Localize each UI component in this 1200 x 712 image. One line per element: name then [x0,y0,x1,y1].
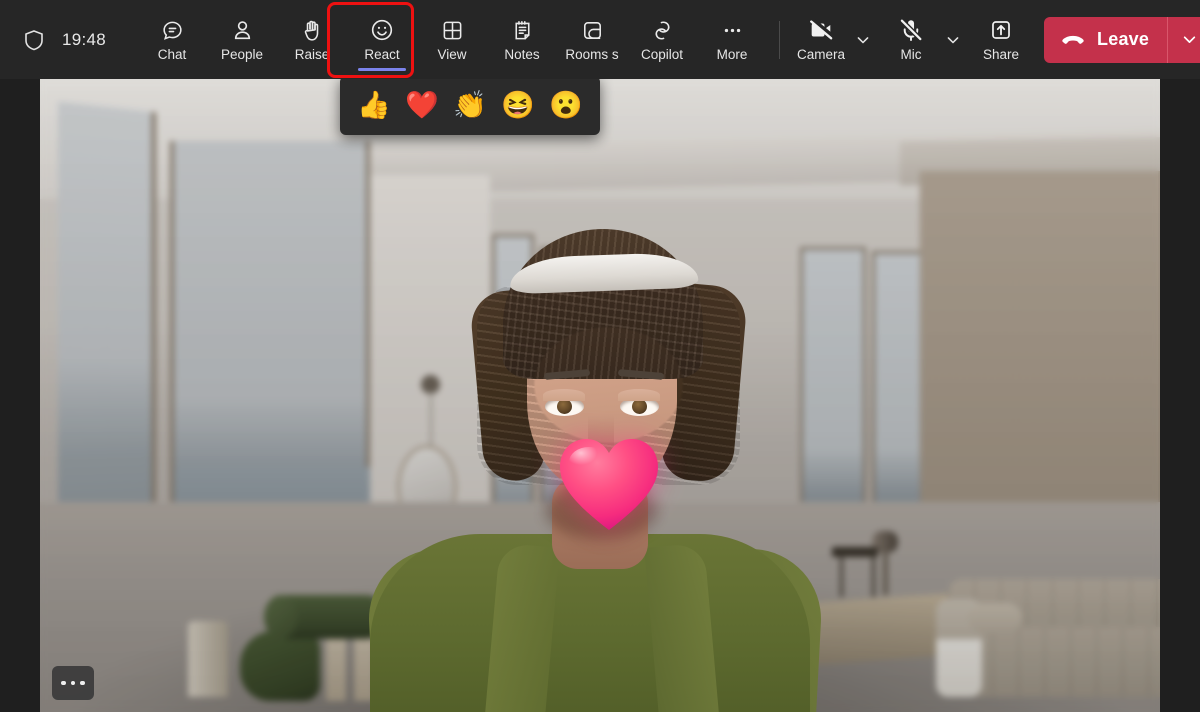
reaction-heart-icon[interactable]: ❤️ [402,85,442,127]
reaction-thumbs-up-icon[interactable]: 👍 [354,85,394,127]
toolbar-button-camera[interactable]: Camera [792,7,850,73]
leave-meeting-group: Leave [1044,17,1200,63]
leave-chevron-down-icon[interactable] [1168,17,1200,63]
toolbar-label-view: View [438,47,467,62]
toolbar-button-chat[interactable]: Chat [137,7,207,73]
toolbar-label-breakout-rooms: Rooms s [565,47,618,62]
toolbar-center-group: Chat People [106,0,1200,79]
toolbar-button-breakout-rooms[interactable]: Rooms s [557,7,627,73]
toolbar-label-mic: Mic [901,47,922,62]
reaction-surprised-face-icon[interactable]: 😮 [546,85,586,127]
leave-button-label: Leave [1097,29,1149,50]
toolbar-label-camera: Camera [797,47,845,62]
toolbar-button-raise-hand[interactable]: Raise [277,7,347,73]
toolbar-button-people[interactable]: People [207,7,277,73]
leave-meeting-button[interactable]: Leave [1044,17,1167,63]
mic-off-icon [898,17,924,43]
avatar-iris-right [632,399,647,414]
toolbar-label-people: People [221,47,263,62]
toolbar-button-share[interactable]: Share [972,7,1030,73]
notes-icon [509,17,535,43]
avatar-eyelid-right [618,389,660,401]
meeting-clock: 19:48 [62,30,106,50]
toolbar-label-more: More [717,47,748,62]
teams-meeting-window: 👍 ❤️ 👏 😆 😮 19:48 [0,0,1200,712]
avatar-eyelid-left [543,389,585,401]
grid-layout-icon [439,17,465,43]
toolbar-button-copilot[interactable]: Copilot [627,7,697,73]
participant-avatar [40,79,1160,712]
ellipsis-icon [719,17,745,43]
camera-off-icon [808,17,834,43]
ellipsis-dot-3 [80,681,85,686]
toolbar-label-share: Share [983,47,1019,62]
reaction-laughing-face-icon[interactable]: 😆 [498,85,538,127]
toolbar-label-raise-hand: Raise [295,47,330,62]
avatar-iris-left [557,399,572,414]
meeting-toolbar: 19:48 Chat [0,0,1200,79]
video-stage [40,79,1160,712]
toolbar-button-mic[interactable]: Mic [882,7,940,73]
toolbar-button-more[interactable]: More [697,7,767,73]
ellipsis-dot-1 [61,681,66,686]
toolbar-separator [779,21,780,59]
shield-icon [22,28,46,52]
toolbar-button-react[interactable]: React [347,7,417,73]
person-icon [229,17,255,43]
share-screen-icon [988,17,1014,43]
smiley-face-icon [369,17,395,43]
toolbar-label-chat: Chat [158,47,187,62]
copilot-icon [649,17,675,43]
toolbar-label-copilot: Copilot [641,47,683,62]
tile-more-options-button[interactable] [52,666,94,700]
mic-chevron-down-icon[interactable] [940,10,966,70]
toolbar-left-group: 19:48 [0,28,106,52]
breakout-rooms-icon [579,17,605,43]
hangup-phone-icon [1060,27,1086,53]
ellipsis-dot-2 [71,681,76,686]
toolbar-label-notes: Notes [504,47,539,62]
raise-hand-icon [299,17,325,43]
active-tab-underline [358,68,406,71]
toolbar-label-react: React [364,47,399,62]
chat-bubble-icon [159,17,185,43]
camera-chevron-down-icon[interactable] [850,10,876,70]
toolbar-button-notes[interactable]: Notes [487,7,557,73]
reaction-clapping-hands-icon[interactable]: 👏 [450,85,490,127]
reactions-popup: 👍 ❤️ 👏 😆 😮 [340,76,600,135]
toolbar-button-view[interactable]: View [417,7,487,73]
heart-reaction-overlay-icon [557,436,661,532]
